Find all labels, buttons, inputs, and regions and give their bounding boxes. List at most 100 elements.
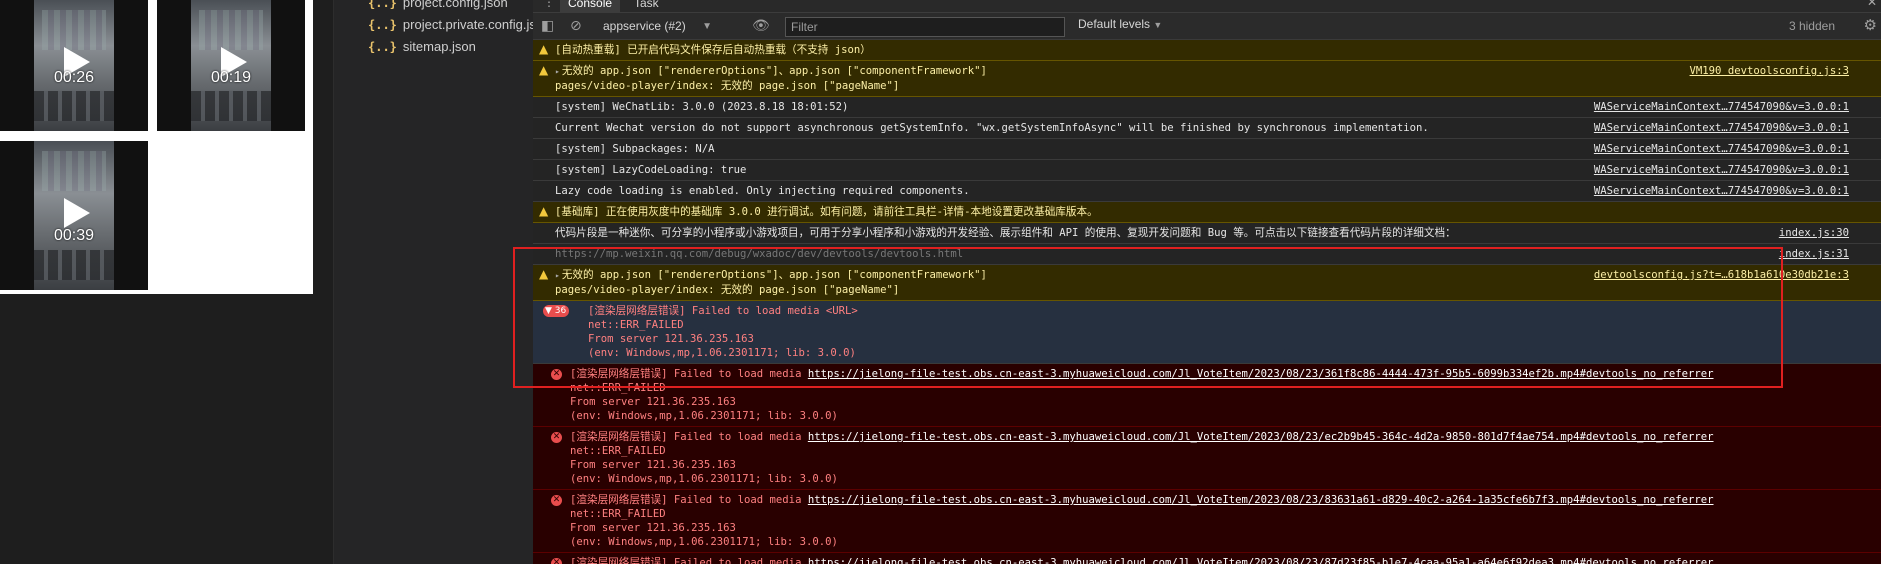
sidebar-toggle-icon[interactable]: ◧ xyxy=(541,19,554,33)
message-content: 代码片段是一种迷你、可分享的小程序或小游戏项目，可用于分享小程序和小游戏的开发经… xyxy=(555,227,1456,239)
message-text: ▸ 无效的 app.json ["rendererOptions"]、app.js… xyxy=(555,64,1857,93)
warning-icon: ▲ xyxy=(539,63,549,77)
json-file-icon: {..} xyxy=(368,0,397,10)
source-link[interactable]: index.js:31 xyxy=(1779,247,1849,261)
context-selector-value: appservice (#2) xyxy=(603,19,686,33)
video-thumbnail[interactable]: 00:39 xyxy=(0,141,148,290)
console-messages: ▲ [自动热重载] 已开启代码文件保存后自动热重载（不支持 json） ▲ ▸ 无效的 … xyxy=(533,40,1881,564)
message-text: [基础库] 正在使用灰度中的基础库 3.0.0 进行调试。如有问题，请前往工具栏… xyxy=(555,205,1857,219)
more-tabs-icon[interactable]: ⋮ xyxy=(543,0,555,9)
error-message-row: ✕ [渲染层网络层错误] Failed to load media https:/… xyxy=(533,553,1881,564)
source-link[interactable]: WAServiceMainContext…774547090&v=3.0.0:1 xyxy=(1594,163,1849,177)
devtools-tab-bar: ⋮ Console Task ✕ xyxy=(533,0,1881,13)
log-message-row: [system] WeChatLib: 3.0.0 (2023.8.18 18:… xyxy=(533,97,1881,118)
error-icon: ✕ xyxy=(551,369,562,380)
gear-icon[interactable]: ⚙ xyxy=(1864,18,1877,33)
error-prefix: [渲染层网络层错误] Failed to load media xyxy=(570,494,808,506)
log-message-row: Lazy code loading is enabled. Only injec… xyxy=(533,181,1881,202)
file-item-sitemap[interactable]: {..} sitemap.json xyxy=(368,39,476,61)
error-message-row: ✕ [渲染层网络层错误] Failed to load media https:/… xyxy=(533,364,1881,427)
json-file-icon: {..} xyxy=(368,40,397,54)
message-content: [system] LazyCodeLoading: true xyxy=(555,164,747,176)
error-icon: ✕ xyxy=(551,432,562,443)
error-details: net::ERR_FAILED From server 121.36.235.1… xyxy=(570,382,838,422)
video-duration: 00:26 xyxy=(53,69,95,86)
expand-group-icon[interactable]: ▼ xyxy=(545,306,555,316)
message-content: [渲染层网络层错误] Failed to load media <URL> ne… xyxy=(588,305,858,359)
chevron-down-icon: ▼ xyxy=(1153,20,1163,30)
video-duration: 00:19 xyxy=(210,69,252,86)
log-message-row: 代码片段是一种迷你、可分享的小程序或小游戏项目，可用于分享小程序和小游戏的开发经… xyxy=(533,223,1881,244)
error-prefix: [渲染层网络层错误] Failed to load media xyxy=(570,557,808,564)
error-details: net::ERR_FAILED From server 121.36.235.1… xyxy=(570,445,838,485)
warning-icon: ▲ xyxy=(539,267,549,281)
media-url-link[interactable]: https://jielong-file-test.obs.cn-east-3.… xyxy=(808,431,1714,443)
expand-icon[interactable]: ▸ xyxy=(555,67,560,76)
media-url-link[interactable]: https://jielong-file-test.obs.cn-east-3.… xyxy=(808,557,1714,564)
tab-console[interactable]: Console xyxy=(560,0,621,13)
expand-icon[interactable]: ▸ xyxy=(555,271,560,280)
log-message-row: [system] Subpackages: N/A WAServiceMainCo… xyxy=(533,139,1881,160)
simulator-background xyxy=(0,294,313,564)
console-toolbar: ◧ ⊘ appservice (#2) ▼ 👁 Default levels ▼… xyxy=(533,13,1881,40)
error-message-text: [渲染层网络层错误] Failed to load media https://… xyxy=(570,430,1857,486)
warning-message-row: ▲ ▸ 无效的 app.json ["rendererOptions"]、app.j… xyxy=(533,265,1881,301)
log-message-row: [system] LazyCodeLoading: true WAServiceM… xyxy=(533,160,1881,181)
error-prefix: [渲染层网络层错误] Failed to load media xyxy=(570,431,808,443)
source-link[interactable]: WAServiceMainContext…774547090&v=3.0.0:1 xyxy=(1594,100,1849,114)
message-content: [system] WeChatLib: 3.0.0 (2023.8.18 18:… xyxy=(555,101,849,113)
error-details: net::ERR_FAILED From server 121.36.235.1… xyxy=(570,508,838,548)
media-url-link[interactable]: https://jielong-file-test.obs.cn-east-3.… xyxy=(808,368,1714,380)
source-link[interactable]: WAServiceMainContext…774547090&v=3.0.0:1 xyxy=(1594,121,1849,135)
error-message-text: [渲染层网络层错误] Failed to load media https://… xyxy=(570,493,1857,549)
message-text: [自动热重载] 已开启代码文件保存后自动热重载（不支持 json） xyxy=(555,43,1857,57)
message-content: https://mp.weixin.qq.com/debug/wxadoc/de… xyxy=(555,248,964,260)
file-item-project-private-config[interactable]: {..} project.private.config.js... xyxy=(368,17,547,39)
source-link[interactable]: WAServiceMainContext…774547090&v=3.0.0:1 xyxy=(1594,184,1849,198)
json-file-icon: {..} xyxy=(368,18,397,32)
close-icon[interactable]: ✕ xyxy=(1867,0,1877,9)
file-name: sitemap.json xyxy=(402,39,476,54)
filter-input[interactable] xyxy=(785,17,1065,37)
source-link[interactable]: VM190 devtoolsconfig.js:3 xyxy=(1690,64,1849,78)
message-content: Current Wechat version do not support as… xyxy=(555,122,1429,134)
source-link[interactable]: index.js:30 xyxy=(1779,226,1849,240)
video-thumbnail[interactable]: 00:19 xyxy=(157,0,305,131)
warning-message-row: ▲ [基础库] 正在使用灰度中的基础库 3.0.0 进行调试。如有问题，请前往工具… xyxy=(533,202,1881,223)
error-message-row: ✕ [渲染层网络层错误] Failed to load media https:/… xyxy=(533,490,1881,553)
clear-console-icon[interactable]: ⊘ xyxy=(570,19,582,33)
log-message-row: Current Wechat version do not support as… xyxy=(533,118,1881,139)
video-thumbnail[interactable]: 00:26 xyxy=(0,0,148,131)
error-message-text: [渲染层网络层错误] Failed to load media https://… xyxy=(570,367,1857,423)
log-levels-value: Default levels xyxy=(1078,17,1151,31)
warning-icon: ▲ xyxy=(539,42,549,56)
message-content: [system] Subpackages: N/A xyxy=(555,143,715,155)
context-selector[interactable]: appservice (#2) ▼ xyxy=(600,17,720,36)
warning-message-row: ▲ ▸ 无效的 app.json ["rendererOptions"]、app.j… xyxy=(533,61,1881,97)
error-count-badge[interactable]: ▼ 36 xyxy=(543,305,570,317)
message-content: [自动热重载] 已开启代码文件保存后自动热重载（不支持 json） xyxy=(555,44,871,56)
play-icon[interactable] xyxy=(64,197,90,228)
file-item-project-config[interactable]: {..} project.config.json xyxy=(368,0,508,17)
warning-message-row: ▲ [自动热重载] 已开启代码文件保存后自动热重载（不支持 json） xyxy=(533,40,1881,61)
error-message-row: ✕ [渲染层网络层错误] Failed to load media https:/… xyxy=(533,427,1881,490)
error-group-row[interactable]: ▼ 36 [渲染层网络层错误] Failed to load media <URL… xyxy=(533,301,1881,364)
eye-icon[interactable]: 👁 xyxy=(752,19,770,33)
video-duration: 00:39 xyxy=(53,227,95,244)
file-name: project.config.json xyxy=(402,0,508,10)
devtools-console-panel: ⋮ Console Task ✕ ◧ ⊘ appservice (#2) ▼ 👁… xyxy=(533,0,1881,564)
repeat-count: 36 xyxy=(554,306,567,316)
tab-task[interactable]: Task xyxy=(626,0,667,13)
error-prefix: [渲染层网络层错误] Failed to load media xyxy=(570,368,808,380)
warning-icon: ▲ xyxy=(539,204,549,218)
source-link[interactable]: devtoolsconfig.js?t=…618b1a610e30db21e:3 xyxy=(1594,268,1849,282)
message-text: 代码片段是一种迷你、可分享的小程序或小游戏项目，可用于分享小程序和小游戏的开发经… xyxy=(555,226,1857,240)
error-icon: ✕ xyxy=(551,558,562,564)
source-link[interactable]: WAServiceMainContext…774547090&v=3.0.0:1 xyxy=(1594,142,1849,156)
message-text: https://mp.weixin.qq.com/debug/wxadoc/de… xyxy=(555,247,1857,261)
message-content: 无效的 app.json ["rendererOptions"]、app.jso… xyxy=(555,269,987,296)
message-text: [渲染层网络层错误] Failed to load media <URL> ne… xyxy=(588,304,1857,360)
message-content: 无效的 app.json ["rendererOptions"]、app.jso… xyxy=(555,65,987,92)
media-url-link[interactable]: https://jielong-file-test.obs.cn-east-3.… xyxy=(808,494,1714,506)
log-levels-dropdown[interactable]: Default levels ▼ xyxy=(1073,17,1162,36)
